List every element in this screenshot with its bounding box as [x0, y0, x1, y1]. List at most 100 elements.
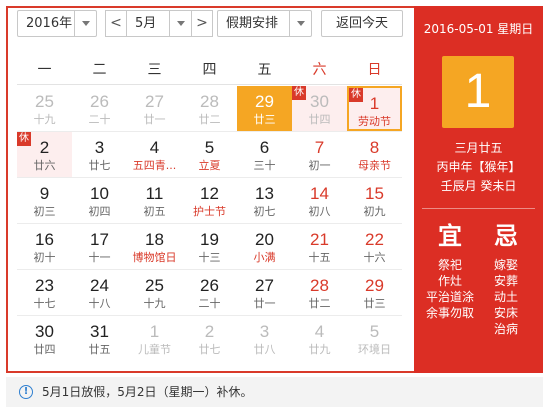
lunar-date: 三月廿五 [454, 141, 503, 155]
day-cell[interactable]: 16 初十 [17, 224, 72, 269]
ji-item: 嫁娶 [493, 258, 518, 272]
day-cell[interactable]: 10 初四 [72, 178, 127, 223]
day-number: 5 [369, 322, 380, 341]
ganzhi-month-day: 壬辰月 癸未日 [440, 179, 517, 193]
lunar-label: 廿七 [198, 343, 221, 356]
day-cell[interactable]: 12 护士节 [182, 178, 237, 223]
day-cell[interactable]: 27 廿一 [237, 270, 292, 315]
day-cell[interactable]: 29 廿三 [237, 86, 292, 131]
ji-item: 安床 [493, 306, 518, 320]
day-cell[interactable]: 休 30 廿四 [292, 86, 347, 131]
day-number: 4 [314, 322, 325, 341]
day-cell[interactable]: 25 十九 [127, 270, 182, 315]
day-number: 13 [255, 184, 274, 203]
day-cell[interactable]: 3 廿八 [237, 316, 292, 361]
lunar-label: 初四 [88, 205, 111, 218]
lunar-label: 初一 [308, 159, 331, 172]
day-cell[interactable]: 5 立夏 [182, 132, 237, 177]
day-cell[interactable]: 1 儿童节 [127, 316, 182, 361]
holiday-select[interactable]: 假期安排 [217, 10, 312, 37]
day-number: 29 [365, 276, 384, 295]
day-cell[interactable]: 6 三十 [237, 132, 292, 177]
back-to-today-button[interactable]: 返回今天 [321, 10, 403, 37]
day-number: 14 [310, 184, 329, 203]
day-cell[interactable]: 7 初一 [292, 132, 347, 177]
lunar-label: 母亲节 [358, 159, 391, 172]
day-cell[interactable]: 15 初九 [347, 178, 402, 223]
day-cell[interactable]: 19 十三 [182, 224, 237, 269]
day-number: 2 [204, 322, 215, 341]
day-cell[interactable]: 17 十一 [72, 224, 127, 269]
day-cell[interactable]: 29 廿三 [347, 270, 402, 315]
day-cell[interactable]: 23 十七 [17, 270, 72, 315]
day-cell[interactable]: 休 2 廿六 [17, 132, 72, 177]
day-cell[interactable]: 26 二十 [182, 270, 237, 315]
lunar-label: 廿八 [253, 343, 276, 356]
prev-month-button[interactable]: < [105, 10, 127, 37]
day-cell[interactable]: 9 初三 [17, 178, 72, 223]
day-number: 15 [365, 184, 384, 203]
day-cell[interactable]: 2 廿七 [182, 316, 237, 361]
ji-item: 治病 [493, 322, 518, 336]
chevron-down-icon [289, 11, 311, 36]
day-cell[interactable]: 28 廿二 [182, 86, 237, 131]
day-cell[interactable]: 21 十五 [292, 224, 347, 269]
day-cell[interactable]: 3 廿七 [72, 132, 127, 177]
day-cell[interactable]: 25 十九 [17, 86, 72, 131]
day-cell[interactable]: 4 廿九 [292, 316, 347, 361]
day-cell[interactable]: 休 1 劳动节 [347, 86, 402, 131]
day-cell[interactable]: 4 五四青... [127, 132, 182, 177]
lunar-label: 十五 [308, 251, 331, 264]
weekday-label: 三 [147, 62, 162, 78]
lunar-label: 初五 [143, 205, 166, 218]
day-number: 20 [255, 230, 274, 249]
day-cell[interactable]: 14 初八 [292, 178, 347, 223]
year-select[interactable]: 2016年 [17, 10, 97, 37]
lunar-label: 廿三 [363, 297, 386, 310]
lunar-label: 五四青... [132, 159, 177, 172]
day-cell[interactable]: 13 初七 [237, 178, 292, 223]
lunar-label: 十六 [363, 251, 386, 264]
day-number: 21 [310, 230, 329, 249]
day-number: 5 [204, 138, 215, 157]
lunar-label: 初十 [33, 251, 56, 264]
month-select[interactable]: 5月 [126, 10, 192, 37]
day-cell[interactable]: 8 母亲节 [347, 132, 402, 177]
yi-item: 余事勿取 [425, 306, 474, 320]
day-cell[interactable]: 5 环境日 [347, 316, 402, 361]
lunar-label: 小满 [253, 251, 276, 264]
yi-title: 宜 [438, 222, 462, 250]
day-number: 27 [145, 92, 164, 111]
day-cell[interactable]: 26 二十 [72, 86, 127, 131]
day-cell[interactable]: 11 初五 [127, 178, 182, 223]
day-cell[interactable]: 31 廿五 [72, 316, 127, 361]
day-cell[interactable]: 22 十六 [347, 224, 402, 269]
day-number: 9 [39, 184, 50, 203]
day-cell[interactable]: 24 十八 [72, 270, 127, 315]
lunar-label: 廿四 [33, 343, 56, 356]
chevron-down-icon [74, 11, 96, 36]
day-cell[interactable]: 27 廿一 [127, 86, 182, 131]
ji-item: 安葬 [493, 274, 518, 288]
month-select-label: 5月 [135, 16, 157, 31]
day-number: 26 [90, 92, 109, 111]
weekday-label: 一 [37, 62, 52, 78]
day-cell[interactable]: 20 小满 [237, 224, 292, 269]
day-number: 7 [314, 138, 325, 157]
yi-item: 祭祀 [437, 258, 462, 272]
ganzhi-year: 丙申年【猴年】 [436, 160, 521, 174]
day-cell[interactable]: 28 廿二 [292, 270, 347, 315]
day-cell[interactable]: 30 廿四 [17, 316, 72, 361]
day-number: 16 [35, 230, 54, 249]
day-cell[interactable]: 18 博物馆日 [127, 224, 182, 269]
next-month-button[interactable]: > [191, 10, 213, 37]
day-detail-panel: 2016-05-01 星期日 1 三月廿五 丙申年【猴年】 壬辰月 癸未日 宜 … [414, 6, 543, 373]
ji-title: 忌 [494, 222, 518, 250]
lunar-label: 三十 [253, 159, 276, 172]
panel-divider [422, 208, 535, 209]
lunar-label: 博物馆日 [132, 251, 177, 264]
year-select-label: 2016年 [26, 16, 73, 31]
ji-section: 忌 嫁娶 安葬 动土 安床 治病 [478, 221, 534, 337]
lunar-label: 儿童节 [138, 343, 171, 356]
calendar-toolbar: 2016年 < 5月 > 假期安排 返回今天 [10, 10, 410, 40]
